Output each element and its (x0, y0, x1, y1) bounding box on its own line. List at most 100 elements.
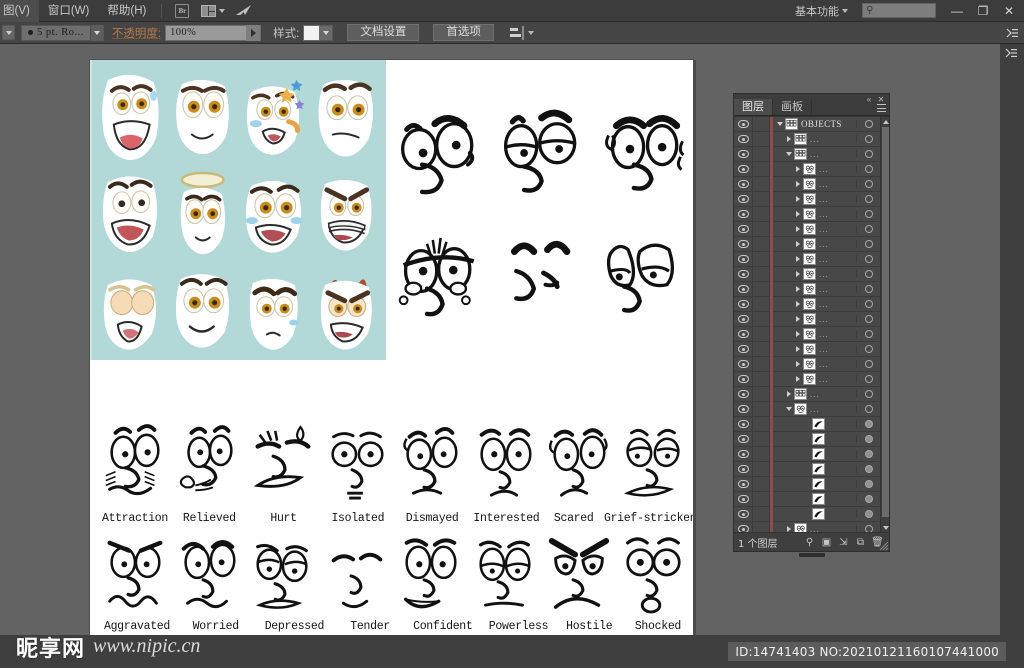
layer-twisty-icon[interactable] (793, 346, 803, 352)
layer-target-toggle[interactable] (856, 150, 880, 158)
artboard-canvas[interactable]: Attraction Relieved Hurt Isolated Dismay… (90, 60, 693, 635)
arrange-documents-icon[interactable] (199, 3, 227, 19)
opacity-popup-arrow[interactable] (246, 24, 261, 41)
layer-lock-toggle[interactable] (753, 311, 770, 327)
minimize-button[interactable]: — (944, 0, 970, 22)
labeled-face-isolated[interactable] (320, 418, 392, 510)
layer-row[interactable]: ... (734, 176, 889, 192)
layer-target-toggle[interactable] (856, 345, 880, 353)
layer-disclosure-area[interactable]: ... (773, 252, 856, 267)
layer-disclosure-area[interactable]: OBJECTS (773, 117, 856, 132)
layer-visibility-toggle[interactable] (734, 206, 753, 222)
layer-lock-toggle[interactable] (753, 326, 770, 342)
scroll-up-arrow[interactable] (881, 117, 889, 126)
layer-row[interactable]: ... (734, 341, 889, 357)
layer-visibility-toggle[interactable] (734, 146, 753, 162)
layer-disclosure-area[interactable]: ... (773, 282, 856, 297)
layer-row[interactable] (734, 446, 889, 462)
layer-row[interactable]: OBJECTS (734, 117, 889, 132)
scroll-down-arrow[interactable] (881, 523, 889, 532)
layer-twisty-icon[interactable] (784, 526, 794, 532)
layer-lock-toggle[interactable] (753, 476, 770, 492)
bw-face-nervous[interactable] (593, 92, 690, 210)
labeled-face-worried[interactable] (172, 528, 244, 620)
create-new-layer-icon[interactable]: ⧉ (852, 534, 869, 550)
labeled-face-dismayed[interactable] (394, 418, 466, 510)
layer-visibility-toggle[interactable] (734, 311, 753, 327)
layer-lock-toggle[interactable] (753, 386, 770, 402)
layer-twisty-icon[interactable] (793, 361, 803, 367)
layer-visibility-toggle[interactable] (734, 266, 753, 282)
layer-target-toggle[interactable] (856, 225, 880, 233)
layer-twisty-icon[interactable] (784, 152, 794, 156)
layer-lock-toggle[interactable] (753, 191, 770, 207)
layer-disclosure-area[interactable] (773, 477, 856, 492)
layer-disclosure-area[interactable]: ... (773, 312, 856, 327)
tab-artboards[interactable]: 画板 (773, 99, 812, 115)
menu-help[interactable]: 帮助(H) (98, 0, 155, 22)
layer-target-toggle[interactable] (856, 270, 880, 278)
layer-row[interactable] (734, 416, 889, 432)
layer-row[interactable]: ... (734, 401, 889, 417)
layer-disclosure-area[interactable] (773, 417, 856, 432)
layer-twisty-icon[interactable] (793, 286, 803, 292)
stroke-profile-chevron[interactable] (89, 24, 103, 41)
layer-visibility-toggle[interactable] (734, 386, 753, 402)
layer-disclosure-area[interactable]: ... (773, 192, 856, 207)
layer-lock-toggle[interactable] (753, 356, 770, 372)
labeled-face-depressed[interactable] (246, 528, 318, 620)
layer-lock-toggle[interactable] (753, 221, 770, 237)
layer-target-toggle[interactable] (856, 285, 880, 293)
layer-disclosure-area[interactable]: ... (773, 342, 856, 357)
layer-row[interactable]: ... (734, 356, 889, 372)
layer-row[interactable]: ... (734, 371, 889, 387)
sticker-face-angel[interactable] (168, 166, 238, 260)
bw-face-tired[interactable] (593, 214, 690, 332)
layer-disclosure-area[interactable]: ... (773, 132, 856, 147)
layer-target-toggle[interactable] (856, 210, 880, 218)
layer-twisty-icon[interactable] (793, 316, 803, 322)
menu-view[interactable]: 图(V) (0, 0, 39, 22)
layer-visibility-toggle[interactable] (734, 446, 753, 462)
labeled-face-attraction[interactable] (98, 418, 170, 510)
layer-visibility-toggle[interactable] (734, 236, 753, 252)
layer-twisty-icon[interactable] (793, 196, 803, 202)
layer-disclosure-area[interactable] (773, 492, 856, 507)
layer-visibility-toggle[interactable] (734, 251, 753, 267)
style-dropdown[interactable] (320, 24, 334, 41)
restore-button[interactable]: ❐ (970, 0, 996, 22)
layer-lock-toggle[interactable] (753, 461, 770, 477)
layer-disclosure-area[interactable]: ... (773, 402, 856, 417)
layer-visibility-toggle[interactable] (734, 521, 753, 532)
layer-disclosure-area[interactable]: ... (773, 372, 856, 387)
menu-window[interactable]: 窗口(W) (39, 0, 99, 22)
layer-visibility-toggle[interactable] (734, 431, 753, 447)
layer-row[interactable]: ... (734, 251, 889, 267)
sticker-face-angry[interactable] (311, 166, 381, 260)
labeled-face-powerless[interactable] (468, 528, 540, 620)
layer-visibility-toggle[interactable] (734, 506, 753, 522)
layer-row[interactable]: ... (734, 281, 889, 297)
panel-drag-grip[interactable] (798, 553, 825, 557)
bw-face-upset[interactable] (390, 214, 487, 332)
layer-disclosure-area[interactable]: ... (773, 522, 856, 532)
search-input[interactable]: ⚲ (862, 3, 936, 18)
layer-disclosure-area[interactable] (773, 432, 856, 447)
sticker-face-surprised[interactable] (311, 70, 381, 164)
stroke-profile-select[interactable]: 5 pt. Ro... (21, 24, 104, 41)
labeled-face-interested[interactable] (468, 418, 540, 510)
opacity-input[interactable]: 100% (165, 24, 262, 41)
layer-disclosure-area[interactable]: ... (773, 207, 856, 222)
layer-disclosure-area[interactable]: ... (773, 237, 856, 252)
layer-visibility-toggle[interactable] (734, 191, 753, 207)
layer-visibility-toggle[interactable] (734, 281, 753, 297)
layers-scrollbar[interactable] (880, 117, 889, 532)
make-clipping-mask-icon[interactable]: ▣ (818, 534, 835, 550)
layer-disclosure-area[interactable] (773, 507, 856, 522)
layer-target-toggle[interactable] (856, 195, 880, 203)
layer-row[interactable]: ... (734, 131, 889, 147)
layer-target-toggle[interactable] (856, 315, 880, 323)
sticker-face-scream[interactable] (96, 166, 166, 260)
labeled-face-shocked[interactable] (616, 528, 688, 620)
layer-lock-toggle[interactable] (753, 521, 770, 532)
